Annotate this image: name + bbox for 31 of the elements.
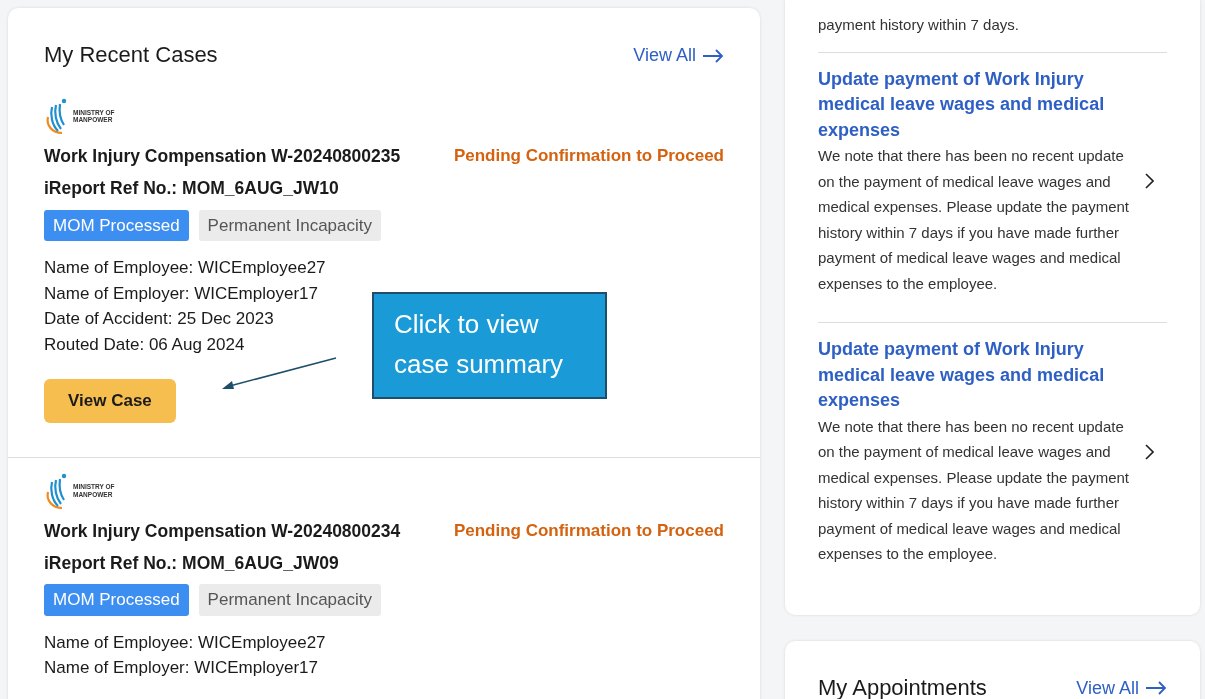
case-detail: Routed Date: 06 Aug 2024 — [44, 333, 245, 356]
status-tag: Permanent Incapacity — [198, 209, 381, 241]
arrow-right-icon — [1145, 681, 1167, 695]
case-detail: Date of Accident: 25 Dec 2023 — [44, 308, 274, 330]
status-tag: MOM Processed — [44, 584, 189, 616]
case-detail: Name of Employee: WICEmployee27 — [44, 257, 326, 279]
callout-box: Click to view case summary — [372, 292, 607, 399]
section-title: My Appointments — [818, 674, 987, 699]
case-status: Pending Confirmation to Proceed — [453, 519, 724, 542]
chevron-right-icon[interactable] — [1144, 443, 1154, 460]
task-link[interactable]: Update payment of Work Injury medical leave wages and medical expenses — [818, 66, 1108, 143]
section-title: My Recent Cases — [44, 42, 218, 69]
task-description: We note that there has been no recent update on the payment of medical leave wages and medical expenses. Please update the payment history within 7 days if you have made further payment of medical leave wages and medical expenses to the employee. — [818, 416, 1131, 564]
view-case-button[interactable]: View Case — [44, 379, 176, 423]
view-all-link[interactable]: View All — [1076, 674, 1167, 699]
arrow-right-icon — [702, 48, 724, 63]
status-tag: Permanent Incapacity — [198, 584, 381, 616]
case-detail: Name of Employee: WICEmployee27 — [44, 631, 326, 654]
case-detail: Name of Employer: WICEmployer17 — [44, 282, 318, 305]
chevron-right-icon[interactable] — [1144, 173, 1154, 190]
reference-number: iReport Ref No.: MOM_6AUG_JW10 — [44, 177, 340, 201]
case-title: Work Injury Compensation W-20240800234 — [44, 519, 401, 543]
task-description: payment history within 7 days. — [818, 15, 1020, 35]
status-tag: MOM Processed — [44, 209, 189, 241]
task-link[interactable]: Update payment of Work Injury medical leave wages and medical expenses — [818, 337, 1108, 414]
reference-number: iReport Ref No.: MOM_6AUG_JW09 — [44, 551, 340, 575]
view-all-link[interactable]: View All — [633, 42, 724, 69]
case-title: Work Injury Compensation W-20240800235 — [44, 145, 401, 168]
case-status: Pending Confirmation to Proceed — [453, 145, 724, 167]
case-detail: Name of Employer: WICEmployer17 — [44, 657, 318, 679]
task-description: We note that there has been no recent update on the payment of medical leave wages and medical expenses. Please update the payment history within 7 days if you have made further payment of medical leave wages and medical expenses to the employee. — [818, 146, 1131, 294]
